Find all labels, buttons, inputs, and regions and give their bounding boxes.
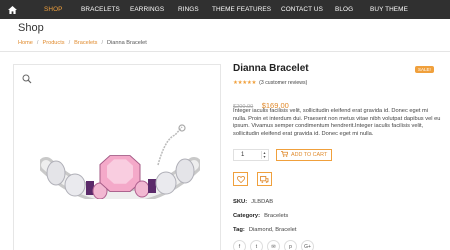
nav-item-blog[interactable]: BLOG [335,6,353,13]
breadcrumb: Home / Products / Bracelets / Dianna Bracelet [18,40,147,46]
twitter-icon[interactable]: t [250,240,263,250]
nav-item-earrings[interactable]: EARRINGS [130,6,164,13]
bracelet-image [40,124,200,199]
email-icon[interactable]: ✉ [267,240,280,250]
compare-button[interactable] [257,172,272,186]
category-link[interactable]: Bracelets [264,213,288,219]
nav-item-rings[interactable]: RINGS [178,6,199,13]
nav-item-bracelets[interactable]: BRACELETS [81,6,120,13]
product-category: Category: Bracelets [233,213,288,219]
nav-item-contact-us[interactable]: CONTACT US [281,6,323,13]
product-rating: ★★★★★ (3 customer reviews) [233,80,307,86]
product-description: Integer iaculis facilisis velit, sollici… [233,108,441,138]
facebook-icon[interactable]: f [233,240,246,250]
tag-label: Tag: [233,227,245,233]
quantity-value[interactable]: 1 [241,152,244,158]
add-to-cart-button[interactable]: ADD TO CART [276,149,332,161]
quantity-arrows[interactable]: ▲ ▼ [261,151,267,159]
product-image-gallery[interactable] [13,64,221,250]
header-divider [0,51,450,52]
google-plus-icon[interactable]: G+ [301,240,314,250]
sku-label: SKU: [233,199,248,205]
home-icon[interactable] [0,0,24,19]
product-tags: Tag: Diamond, Bracelet [233,227,297,233]
breadcrumb-products[interactable]: Products [42,40,64,46]
top-nav: SHOP BRACELETS EARRINGS RINGS THEME FEAT… [0,0,450,19]
add-to-cart-label: ADD TO CART [291,152,328,158]
nav-item-shop[interactable]: SHOP [44,6,63,13]
page-title: Shop [18,22,44,34]
sku-value: JLBDAB [251,199,274,205]
nav-item-theme-features[interactable]: THEME FEATURES [212,6,271,13]
heart-icon [236,175,245,183]
pinterest-icon[interactable]: p [284,240,297,250]
quantity-stepper[interactable]: 1 ▲ ▼ [233,149,269,161]
wishlist-button[interactable] [233,172,248,186]
breadcrumb-current: Dianna Bracelet [107,40,147,46]
cart-icon [281,151,289,159]
product-sku: SKU: JLBDAB [233,199,273,205]
product-title: Dianna Bracelet [233,63,309,74]
compare-icon [260,175,269,183]
reviews-link[interactable]: (3 customer reviews) [259,80,307,86]
breadcrumb-home[interactable]: Home [18,40,33,46]
breadcrumb-bracelets[interactable]: Bracelets [74,40,97,46]
zoom-icon[interactable] [22,71,32,84]
category-label: Category: [233,213,261,219]
sale-badge: SALE! [415,66,434,73]
rating-stars: ★★★★★ [233,80,257,86]
nav-item-buy-theme[interactable]: BUY THEME [370,6,408,13]
tag-links[interactable]: Diamond, Bracelet [249,227,297,233]
